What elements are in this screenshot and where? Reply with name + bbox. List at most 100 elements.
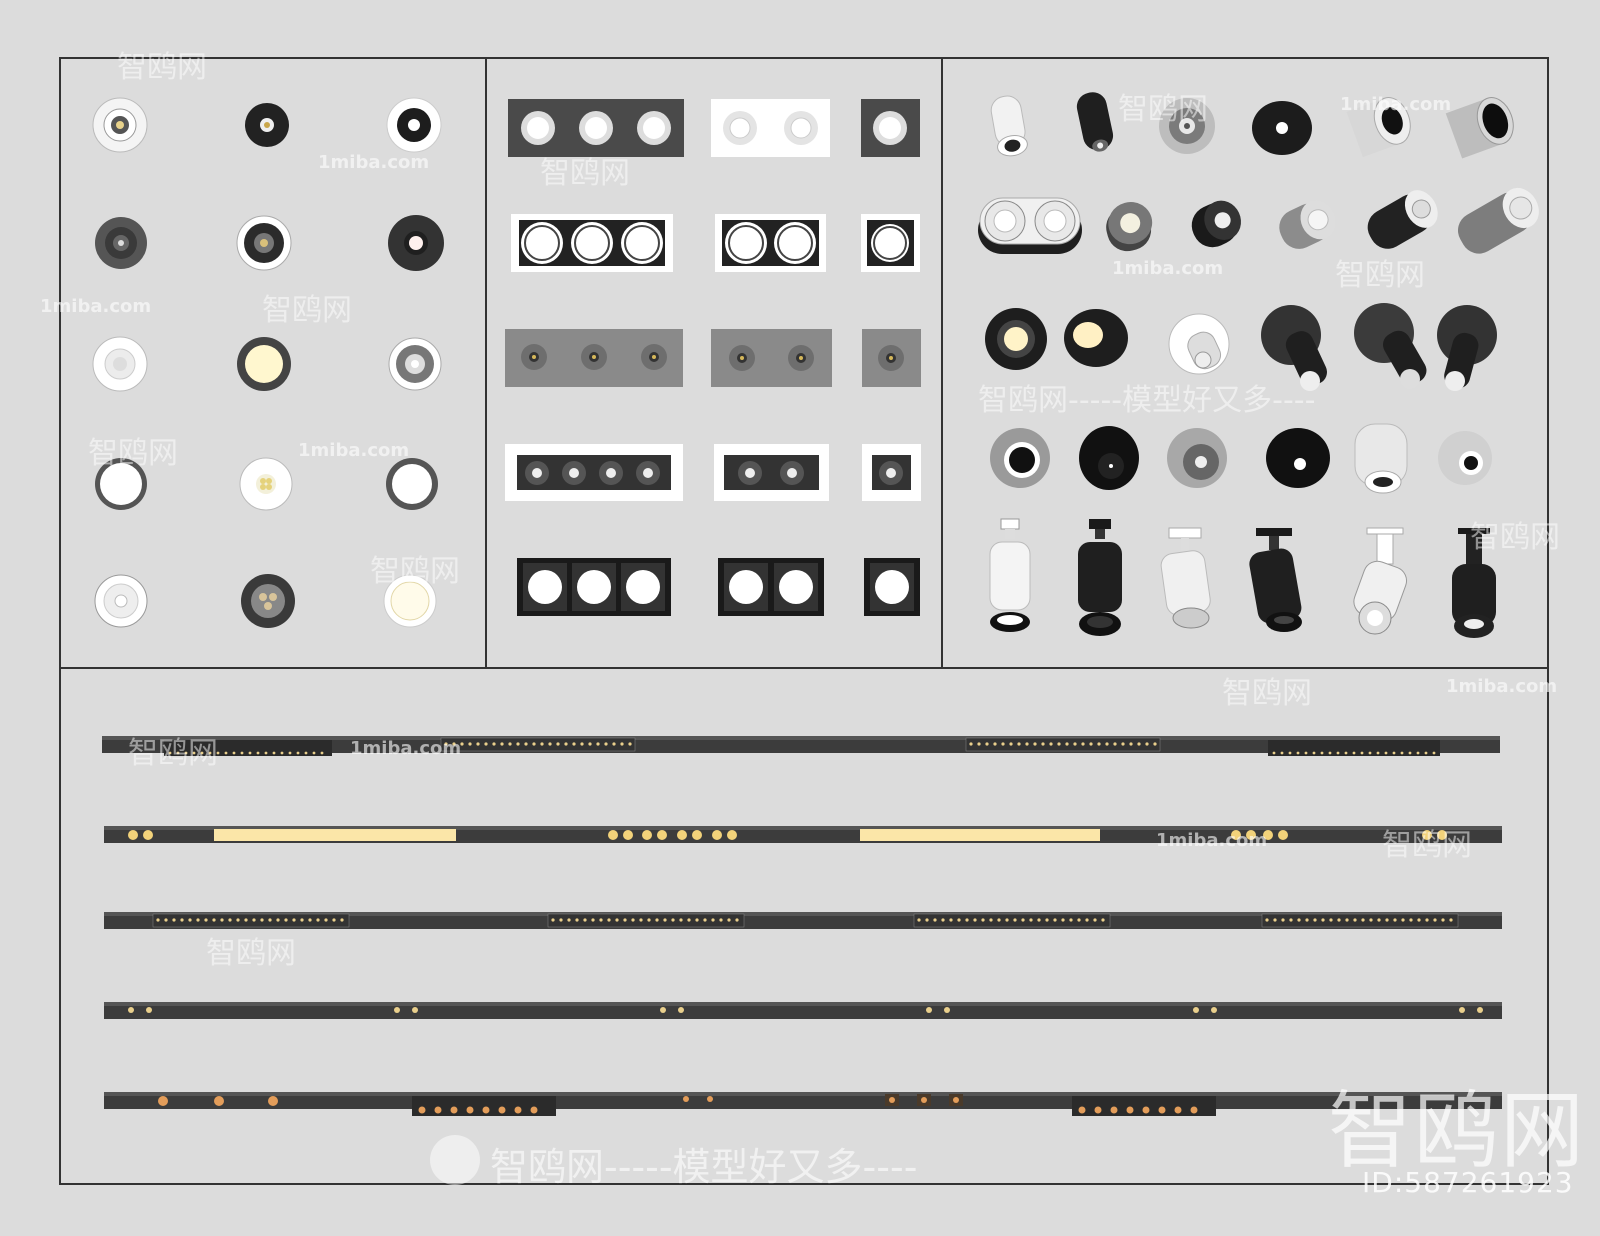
led-dot (1422, 830, 1432, 840)
led-dot (418, 1106, 426, 1114)
led-dot (1376, 751, 1380, 755)
linear-track-grille (102, 736, 1500, 756)
round-downlight (386, 458, 438, 510)
led-dot (1297, 918, 1301, 922)
cylinder-spotlight (1076, 92, 1114, 152)
led-dot (264, 751, 268, 755)
round-downlight (94, 574, 148, 628)
pivot-spotlight (985, 308, 1047, 370)
led-dot (707, 1096, 713, 1102)
led-dot (735, 918, 739, 922)
round-downlight (388, 337, 442, 391)
led-dot (1401, 918, 1405, 922)
led-dot (1025, 742, 1029, 746)
led-dot (492, 742, 496, 746)
led-dot (933, 918, 937, 922)
led-dot (530, 1106, 538, 1114)
led-dot (184, 751, 188, 755)
round-downlight (386, 97, 442, 153)
led-dot (973, 918, 977, 922)
led-dot (949, 918, 953, 922)
led-dot (719, 918, 723, 922)
grille-light-panel (505, 99, 921, 616)
led-dot (316, 918, 320, 922)
grille-light-triple (505, 329, 683, 387)
track-spotlight (1452, 528, 1496, 638)
linear-track-strip (104, 826, 1502, 843)
led-dot (394, 1007, 400, 1013)
cylinder-spotlight (1279, 200, 1336, 249)
cylinder-spotlight (1367, 190, 1438, 249)
led-dot (567, 918, 571, 922)
round-downlight (245, 103, 289, 147)
led-dot (192, 751, 196, 755)
led-dot (232, 751, 236, 755)
led-dot (268, 918, 272, 922)
round-downlight (241, 574, 295, 628)
led-dot (572, 742, 576, 746)
led-dot (1449, 918, 1453, 922)
track-spotlight (1353, 527, 1408, 635)
led-dot (921, 1097, 927, 1103)
cylinder-spotlight (1191, 200, 1241, 248)
led-dot (1393, 918, 1397, 922)
led-dot (548, 742, 552, 746)
led-dot (252, 918, 256, 922)
led-dot (1013, 918, 1017, 922)
led-dot (1190, 1106, 1198, 1114)
led-dot (1425, 918, 1429, 922)
led-dot (1065, 742, 1069, 746)
led-dot (588, 742, 592, 746)
led-dot (1392, 751, 1396, 755)
surface-spotlight (1438, 431, 1492, 485)
led-dot (993, 742, 997, 746)
led-dot (647, 918, 651, 922)
led-dot (524, 742, 528, 746)
cylinder-spotlight (1252, 101, 1312, 155)
led-dot (1278, 830, 1288, 840)
led-dot (591, 918, 595, 922)
linear-track-mixed (104, 1092, 1502, 1116)
led-dot (1424, 751, 1428, 755)
led-dot (941, 918, 945, 922)
led-dot (1085, 918, 1089, 922)
led-dot (925, 918, 929, 922)
led-dot (671, 918, 675, 922)
pivot-spotlight (1261, 305, 1327, 391)
led-dot (500, 742, 504, 746)
linear-track-grille (104, 912, 1502, 929)
led-dot (1369, 918, 1373, 922)
led-dot (1053, 918, 1057, 922)
led-dot (1041, 742, 1045, 746)
led-dot (1313, 918, 1317, 922)
led-dot (1021, 918, 1025, 922)
linear-track-pairs (104, 1002, 1502, 1019)
led-dot (727, 918, 731, 922)
led-dot (1441, 918, 1445, 922)
led-dot (1416, 751, 1420, 755)
led-dot (444, 742, 448, 746)
surface-spotlight (1167, 428, 1227, 488)
led-dot (1061, 918, 1065, 922)
led-dot (1089, 742, 1093, 746)
grille-light-single (861, 214, 920, 272)
grille-light-triple (508, 99, 684, 157)
round-downlight (92, 336, 148, 392)
round-downlight (236, 215, 292, 271)
led-dot (1142, 1106, 1150, 1114)
led-dot (1033, 742, 1037, 746)
led-dot (1459, 1007, 1465, 1013)
led-dot (663, 918, 667, 922)
led-dot (677, 830, 687, 840)
pivot-spotlight (1168, 313, 1230, 375)
led-dot (977, 742, 981, 746)
led-dot (1320, 751, 1324, 755)
led-dot (623, 830, 633, 840)
led-dot (272, 751, 276, 755)
led-dot (1408, 751, 1412, 755)
spotlight-panel (978, 92, 1539, 638)
led-dot (727, 830, 737, 840)
led-dot (564, 742, 568, 746)
led-dot (1029, 918, 1033, 922)
led-dot (1137, 742, 1141, 746)
